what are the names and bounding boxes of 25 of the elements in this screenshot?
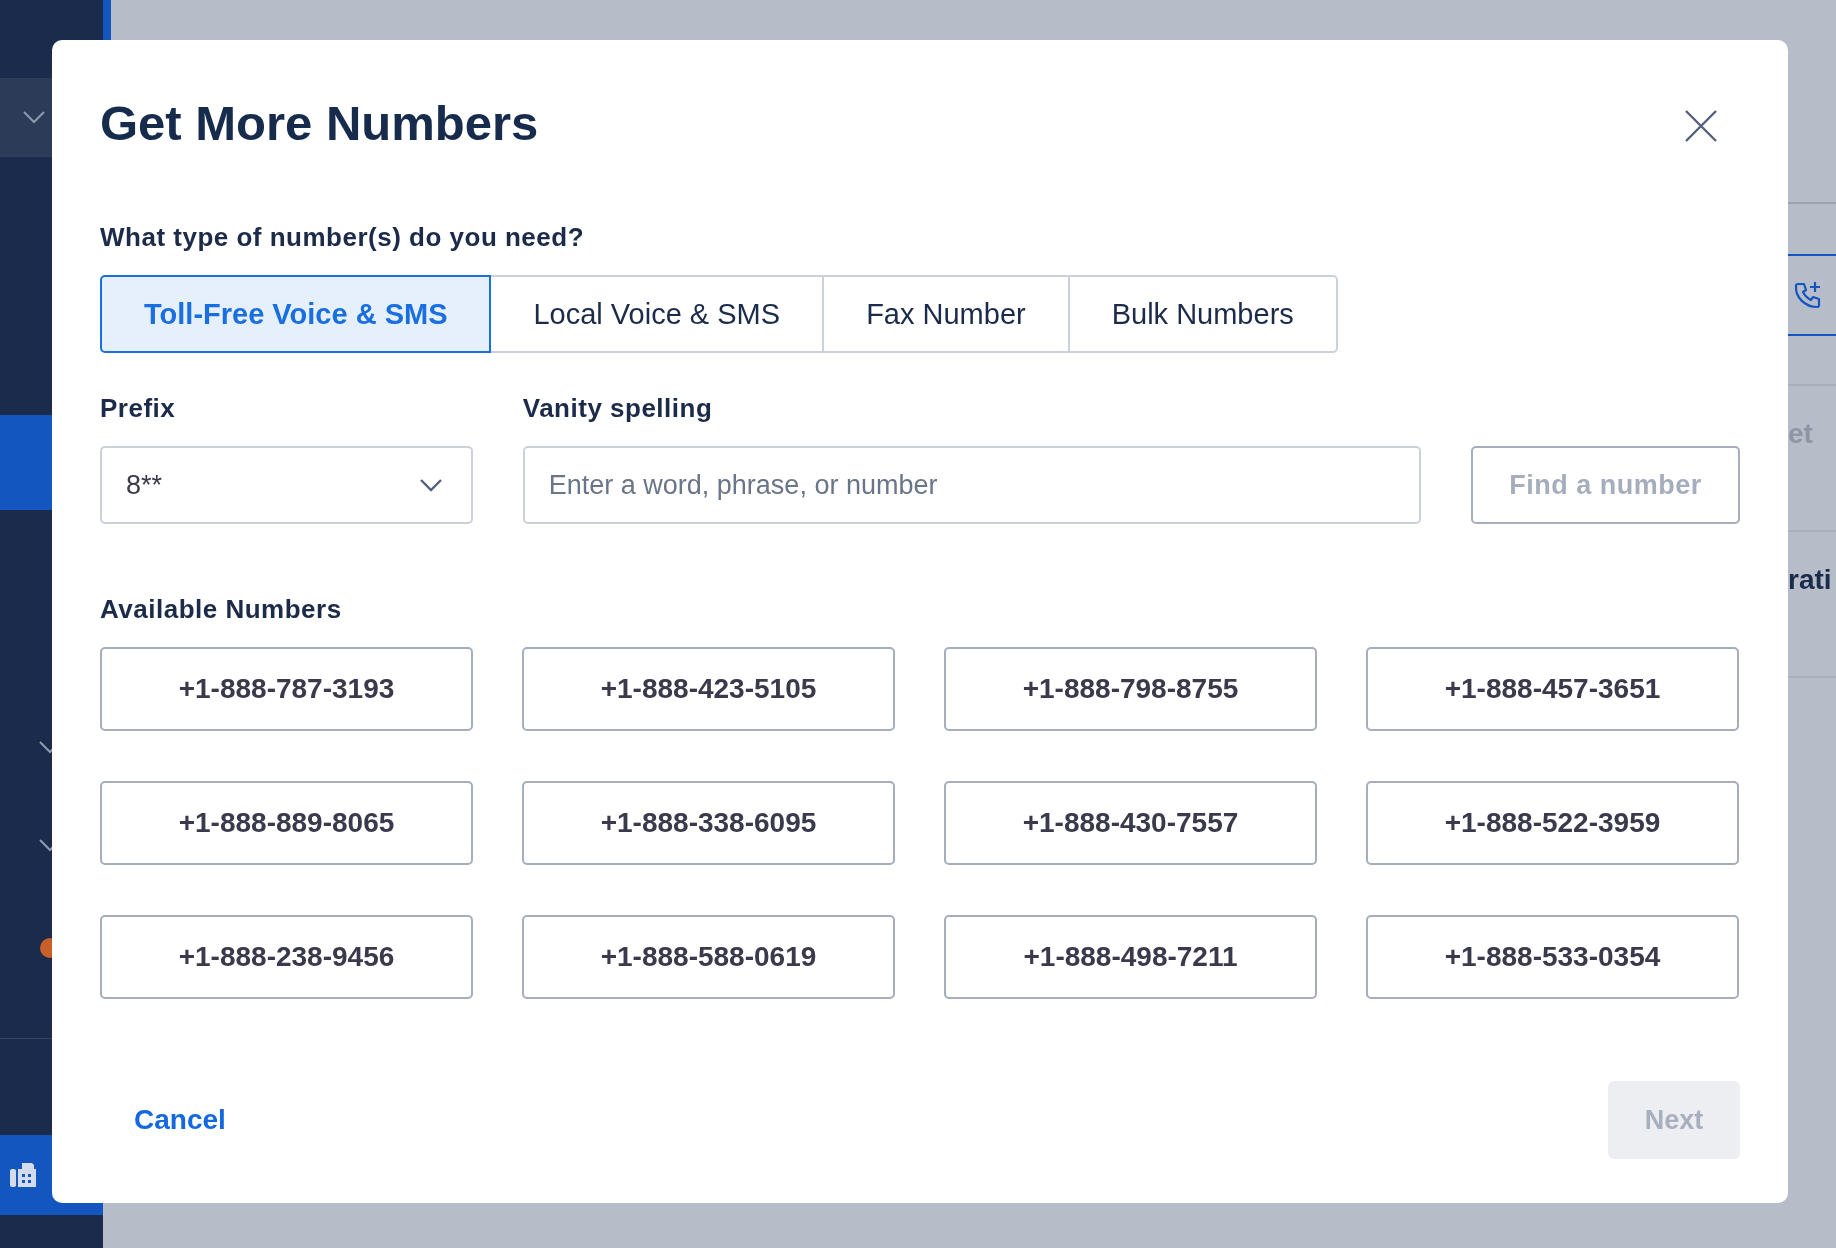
number-option[interactable]: +1-888-787-3193 xyxy=(100,647,473,731)
prefix-label: Prefix xyxy=(100,393,177,424)
vanity-label: Vanity spelling xyxy=(522,393,714,424)
number-option[interactable]: +1-888-889-8065 xyxy=(100,781,473,865)
number-option[interactable]: +1-888-533-0354 xyxy=(1366,915,1739,999)
vanity-field[interactable]: Enter a word, phrase, or number xyxy=(522,446,1422,524)
number-option[interactable]: +1-888-522-3959 xyxy=(1366,781,1739,865)
dialog-title: Get More Numbers xyxy=(100,95,539,151)
number-option[interactable]: +1-888-588-0619 xyxy=(522,915,895,999)
number-option[interactable]: +1-888-423-5105 xyxy=(522,647,895,731)
type-tab[interactable]: Local Voice & SMS xyxy=(489,275,825,353)
type-tab[interactable]: Bulk Numbers xyxy=(1067,275,1338,353)
section-label: Available Numbers xyxy=(100,594,343,625)
prefix-dropdown[interactable]: 8** xyxy=(100,446,473,524)
type-tab[interactable]: Toll-Free Voice & SMS xyxy=(100,275,492,353)
number-option[interactable]: +1-888-238-9456 xyxy=(100,915,473,999)
background-text: rati xyxy=(1788,564,1832,596)
number-option[interactable]: +1-888-498-7211 xyxy=(944,915,1317,999)
number-option[interactable]: +1-888-798-8755 xyxy=(944,647,1317,731)
number-option[interactable]: +1-888-457-3651 xyxy=(1366,647,1739,731)
cancel-link[interactable]: Cancel xyxy=(134,1104,226,1136)
question-label: What type of number(s) do you need? xyxy=(100,222,586,253)
number-option[interactable]: +1-888-338-6095 xyxy=(522,781,895,865)
type-tab[interactable]: Fax Number xyxy=(822,275,1070,353)
number-option[interactable]: +1-888-430-7557 xyxy=(944,781,1317,865)
